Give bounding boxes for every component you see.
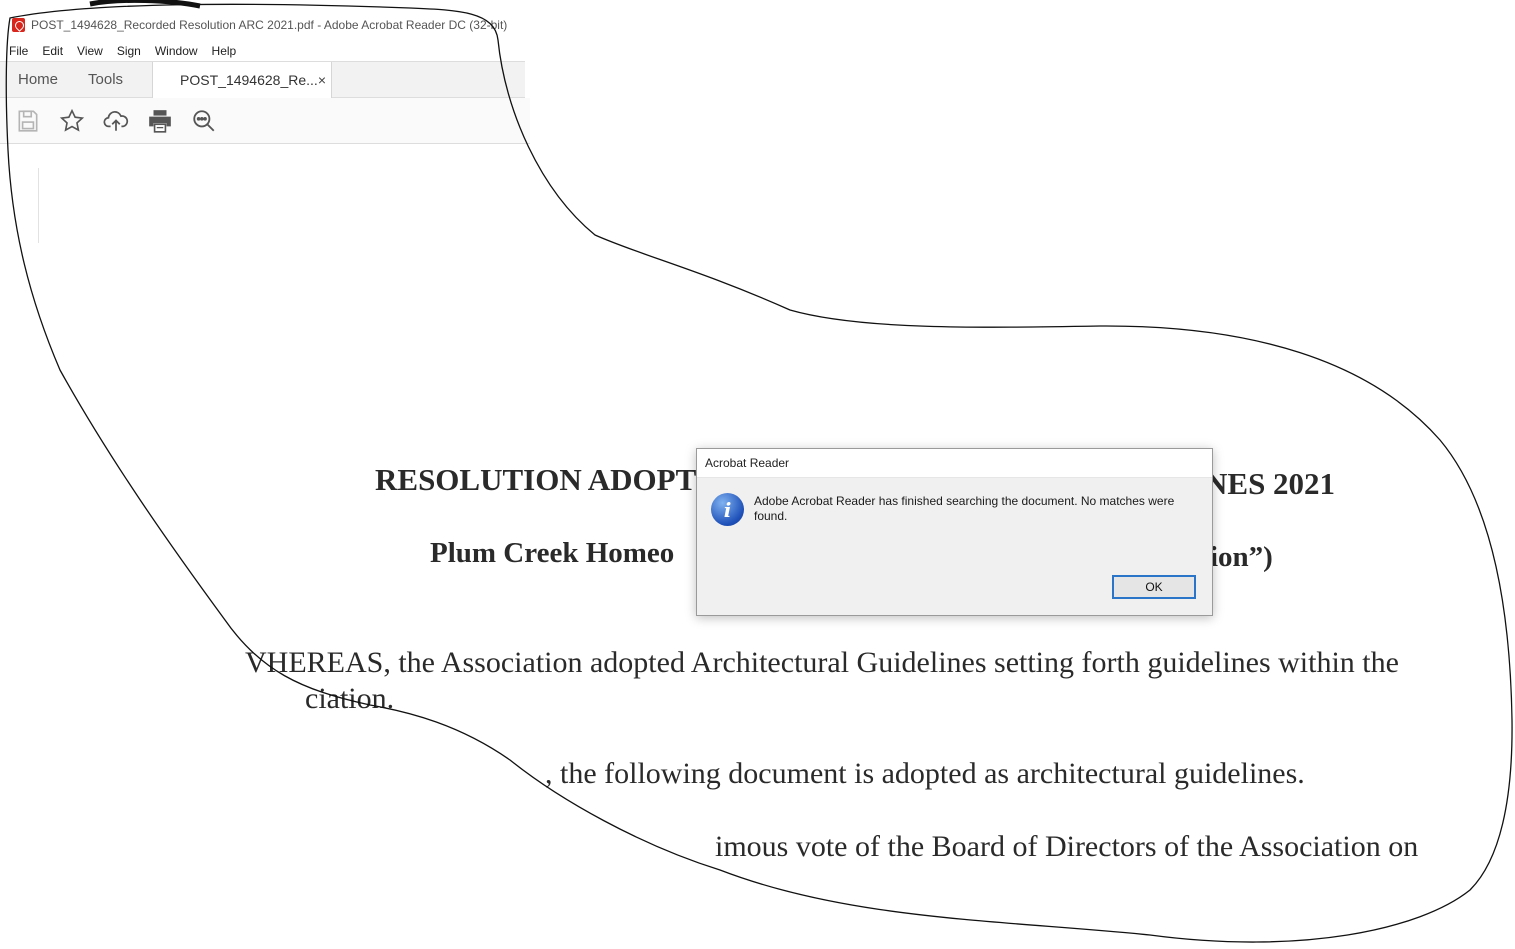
toolbar (0, 98, 530, 144)
close-tab-icon[interactable]: × (318, 72, 326, 88)
ok-button[interactable]: OK (1112, 575, 1196, 599)
menu-view[interactable]: View (77, 44, 103, 58)
bookmark-star-icon[interactable] (57, 106, 87, 136)
search-result-dialog: Acrobat Reader i Adobe Acrobat Reader ha… (696, 448, 1213, 616)
doc-heading-2-right: ion”) (1210, 541, 1273, 573)
upload-cloud-icon[interactable] (101, 106, 131, 136)
window-titlebar: POST_1494628_Recorded Resolution ARC 202… (0, 10, 520, 40)
doc-paragraph-2: , the following document is adopted as a… (545, 757, 1305, 790)
dialog-message: Adobe Acrobat Reader has finished search… (754, 494, 1175, 523)
tab-document-label: POST_1494628_Re... (180, 72, 318, 88)
tab-bar: Home Tools POST_1494628_Re... × (0, 61, 525, 98)
menu-file[interactable]: File (9, 44, 28, 58)
menu-sign[interactable]: Sign (117, 44, 141, 58)
info-icon: i (711, 493, 744, 526)
page-edge (38, 168, 39, 243)
doc-heading-2-left: Plum Creek Homeo (430, 537, 675, 569)
menu-bar: File Edit View Sign Window Help (0, 40, 520, 61)
menu-help[interactable]: Help (212, 44, 237, 58)
tab-document[interactable]: POST_1494628_Re... × (152, 62, 333, 98)
dialog-body: i Adobe Acrobat Reader has finished sear… (711, 493, 1182, 526)
menu-edit[interactable]: Edit (42, 44, 63, 58)
tab-tools[interactable]: Tools (73, 62, 138, 97)
find-zoom-icon[interactable] (189, 106, 219, 136)
doc-heading-1-right: NES 2021 (1205, 466, 1336, 501)
print-icon[interactable] (145, 106, 175, 136)
window-title: POST_1494628_Recorded Resolution ARC 202… (31, 18, 508, 32)
save-icon[interactable] (13, 106, 43, 136)
doc-paragraph-1-line-2: ciation. (305, 682, 395, 715)
pdf-file-icon (12, 18, 25, 32)
doc-paragraph-3: imous vote of the Board of Directors of … (715, 830, 1419, 863)
doc-heading-1-left: RESOLUTION ADOPT (375, 462, 697, 497)
menu-window[interactable]: Window (155, 44, 198, 58)
tab-home[interactable]: Home (0, 62, 73, 97)
doc-paragraph-1-line-1: VHEREAS, the Association adopted Archite… (245, 646, 1399, 679)
dialog-title: Acrobat Reader (697, 449, 1212, 478)
